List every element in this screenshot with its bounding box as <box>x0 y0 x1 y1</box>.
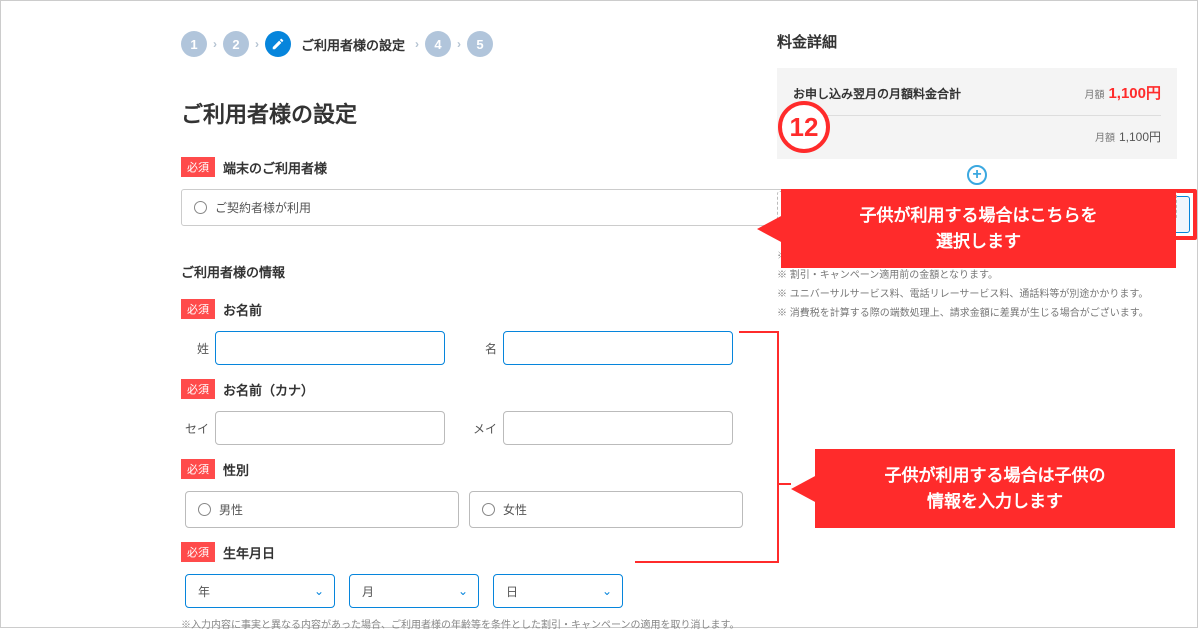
chevron-down-icon: ⌄ <box>602 584 612 598</box>
caveat-item: ※ ユニバーサルサービス料、電話リレーサービス料、通話料等が別途かかります。 <box>777 285 1177 304</box>
chevron-right-icon: › <box>457 37 461 51</box>
chevron-right-icon: › <box>255 37 259 51</box>
required-badge: 必須 <box>181 542 215 562</box>
required-badge: 必須 <box>181 459 215 479</box>
dob-label: 必須 生年月日 <box>181 542 1197 562</box>
sei-label: 姓 <box>181 340 209 357</box>
required-badge: 必須 <box>181 379 215 399</box>
plus-icon[interactable]: + <box>777 165 1177 185</box>
caveat-item: ※ 消費税を計算する際の端数処理上、請求金額に差異が生じる場合がございます。 <box>777 304 1177 323</box>
mei-kana-input[interactable] <box>503 411 733 445</box>
mei-input[interactable] <box>503 331 733 365</box>
connector-line <box>635 561 779 563</box>
price-box: お申し込み翌月の月額料金合計 月額1,100円 料金 月額1,100円 <box>777 68 1177 159</box>
name-kana-label: 必須 お名前（カナ） <box>181 379 1197 399</box>
sei-kana-label: セイ <box>181 420 209 437</box>
connector-line <box>777 483 791 485</box>
pencil-icon <box>271 37 285 51</box>
price-line-row: 料金 月額1,100円 <box>793 116 1161 145</box>
connector-line <box>777 331 779 561</box>
radio-icon <box>482 503 495 516</box>
step-5[interactable]: 5 <box>467 31 493 57</box>
step-2[interactable]: 2 <box>223 31 249 57</box>
radio-label: 女性 <box>503 501 527 518</box>
radio-label: 男性 <box>219 501 243 518</box>
chevron-right-icon: › <box>415 37 419 51</box>
radio-female[interactable]: 女性 <box>469 491 743 528</box>
price-title: 料金詳細 <box>777 31 1177 52</box>
chevron-right-icon: › <box>213 37 217 51</box>
sei-kana-input[interactable] <box>215 411 445 445</box>
mei-kana-label: メイ <box>469 420 497 437</box>
arrow-left-icon <box>757 215 783 243</box>
chevron-down-icon: ⌄ <box>458 584 468 598</box>
required-badge: 必須 <box>181 299 215 319</box>
annotation-step-number: 12 <box>778 101 830 153</box>
sei-input[interactable] <box>215 331 445 365</box>
dob-day-select[interactable]: 日 ⌄ <box>493 574 623 608</box>
dob-year-select[interactable]: 年 ⌄ <box>185 574 335 608</box>
annotation-callout-2: 子供が利用する場合は子供の 情報を入力します <box>815 449 1175 528</box>
radio-icon <box>198 503 211 516</box>
caveat-item: ※ 割引・キャンペーン適用前の金額となります。 <box>777 266 1177 285</box>
step-4[interactable]: 4 <box>425 31 451 57</box>
mei-label: 名 <box>469 340 497 357</box>
radio-male[interactable]: 男性 <box>185 491 459 528</box>
step-3-label: ご利用者様の設定 <box>301 35 405 54</box>
chevron-down-icon: ⌄ <box>314 584 324 598</box>
step-3-active <box>265 31 291 57</box>
arrow-left-icon <box>791 475 817 503</box>
required-badge: 必須 <box>181 157 215 177</box>
price-total-row: お申し込み翌月の月額料金合計 月額1,100円 <box>793 82 1161 116</box>
dob-month-select[interactable]: 月 ⌄ <box>349 574 479 608</box>
radio-icon <box>194 201 207 214</box>
connector-line <box>739 331 779 333</box>
radio-label: ご契約者様が利用 <box>215 199 311 216</box>
dob-note: ※入力内容に事実と異なる内容があった場合、ご利用者様の年齢等を条件とした割引・キ… <box>181 616 1197 631</box>
annotation-callout-1: 子供が利用する場合はこちらを 選択します <box>781 189 1176 268</box>
price-panel: 料金詳細 お申し込み翌月の月額料金合計 月額1,100円 料金 月額1,100円… <box>777 31 1177 323</box>
step-1[interactable]: 1 <box>181 31 207 57</box>
